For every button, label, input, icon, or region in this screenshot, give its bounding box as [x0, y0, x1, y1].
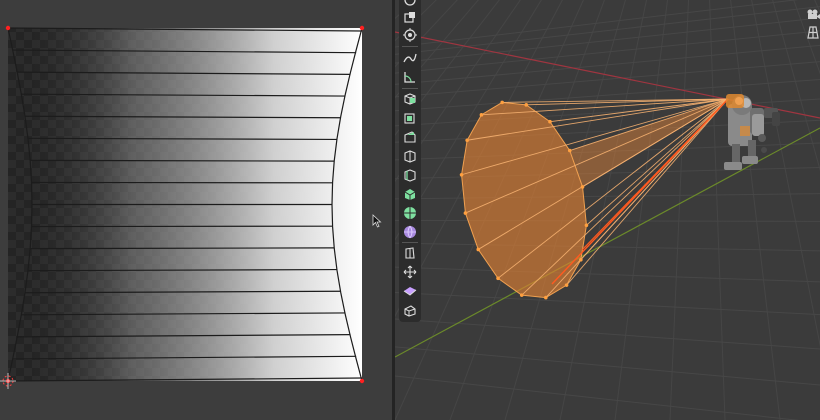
tool-shelf — [399, 0, 421, 322]
measure-icon — [404, 72, 415, 83]
knife-tool[interactable] — [402, 186, 418, 202]
x-axis-line — [395, 31, 820, 119]
uv-vertex[interactable] — [359, 378, 365, 384]
shear-icon — [404, 305, 416, 317]
edge-slide-icon — [403, 265, 417, 279]
uv-vertex[interactable] — [5, 25, 11, 31]
annotate-icon — [403, 53, 417, 63]
edge-slide-tool[interactable] — [402, 264, 418, 280]
smooth-tool[interactable] — [402, 245, 418, 261]
shrink-fatten-icon — [403, 287, 417, 296]
annotate-tool[interactable] — [402, 50, 418, 66]
smooth-icon — [405, 247, 415, 259]
perspective-grid-icon[interactable] — [805, 24, 820, 40]
poly-build-icon — [404, 207, 416, 219]
transform-tool[interactable] — [402, 27, 418, 43]
add-cube-tool[interactable] — [402, 91, 418, 107]
shrink-fatten-tool[interactable] — [402, 283, 418, 299]
robot-model[interactable] — [724, 94, 780, 170]
3d-viewport[interactable] — [395, 0, 820, 420]
scale-tool[interactable] — [402, 9, 418, 25]
scale-icon — [404, 12, 415, 23]
mouse-pointer-icon — [372, 214, 382, 228]
knife-icon — [404, 189, 416, 200]
inset-icon — [404, 131, 416, 143]
add-cube-icon — [404, 93, 416, 105]
uv-canvas[interactable] — [0, 0, 392, 420]
inset-tool[interactable] — [402, 129, 418, 145]
poly-build-tool[interactable] — [402, 205, 418, 221]
uv-vertex[interactable] — [359, 25, 365, 31]
uv-edge[interactable] — [30, 159, 335, 162]
loop-cut-icon — [404, 169, 416, 182]
viewport-canvas[interactable] — [395, 0, 820, 420]
spin-tool[interactable] — [402, 224, 418, 240]
measure-tool[interactable] — [402, 69, 418, 85]
spin-icon — [404, 225, 416, 239]
floor-grid — [395, 0, 820, 420]
cursor-icon — [404, 0, 416, 6]
cursor-tool[interactable] — [402, 0, 418, 8]
loop-cut-tool[interactable] — [402, 167, 418, 183]
extrude-icon — [404, 113, 415, 124]
bevel-icon — [404, 150, 416, 163]
transform-icon — [403, 28, 417, 42]
uv-edge[interactable] — [30, 247, 335, 250]
camera-view-icon[interactable] — [805, 6, 820, 22]
extrude-tool[interactable] — [402, 110, 418, 126]
shear-tool[interactable] — [402, 302, 418, 318]
uv-editor-panel[interactable] — [0, 0, 392, 420]
bevel-tool[interactable] — [402, 148, 418, 164]
